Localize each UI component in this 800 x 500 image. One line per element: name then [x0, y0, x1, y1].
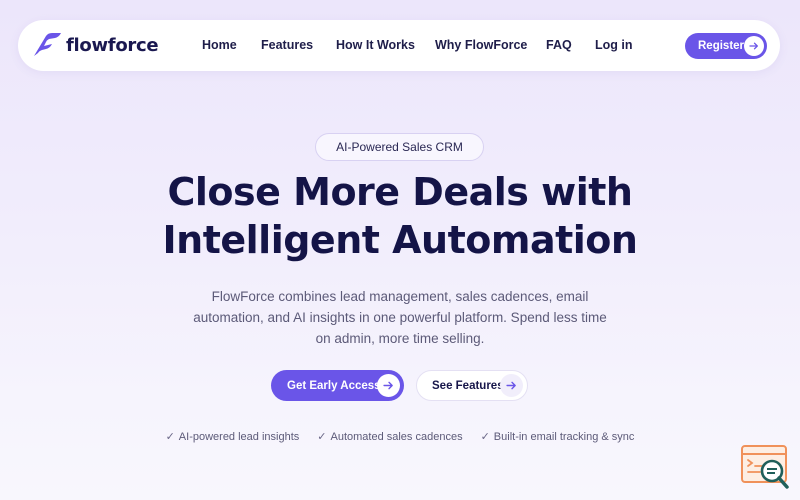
nav-link-faq[interactable]: FAQ [546, 38, 572, 52]
feature-label: Automated sales cadences [330, 430, 463, 443]
arrow-right-icon [744, 36, 764, 56]
nav-link-login[interactable]: Log in [595, 38, 633, 52]
nav-link-home[interactable]: Home [202, 38, 237, 52]
see-features-button[interactable]: See Features [416, 370, 528, 401]
register-button-label: Register [698, 40, 745, 52]
check-icon: ✓ [480, 431, 490, 443]
hero-subtext: FlowForce combines lead management, sale… [193, 289, 607, 346]
get-early-access-label: Get Early Access [287, 379, 381, 392]
search-document-icon[interactable] [740, 445, 790, 490]
hero-headline-line-2: Intelligent Automation [162, 218, 638, 262]
get-early-access-button[interactable]: Get Early Access [271, 370, 404, 401]
arrow-right-icon [377, 374, 400, 397]
hero-headline-line-1: Close More Deals with [167, 170, 633, 214]
nav-link-features[interactable]: Features [261, 38, 313, 52]
top-navigation-bar: flowforce Home Features How It Works Why… [18, 20, 780, 71]
hero-feature-list: ✓ AI-powered lead insights ✓ Automated s… [0, 430, 800, 444]
nav-link-why-flowforce[interactable]: Why FlowForce [435, 38, 527, 52]
register-button[interactable]: Register [685, 33, 767, 59]
feature-label: Built-in email tracking & sync [493, 430, 635, 443]
feature-item: ✓ Automated sales cadences [317, 430, 463, 444]
hero-headline: Close More Deals with Intelligent Automa… [0, 168, 800, 264]
feature-item: ✓ Built-in email tracking & sync [480, 430, 635, 444]
nav-links: Home Features How It Works Why FlowForce… [18, 20, 780, 71]
check-icon: ✓ [165, 431, 175, 443]
feature-item: ✓ AI-powered lead insights [165, 430, 300, 444]
arrow-right-icon [500, 374, 523, 397]
feature-label: AI-powered lead insights [178, 430, 300, 443]
hero-badge: AI-Powered Sales CRM [315, 133, 484, 161]
nav-link-how-it-works[interactable]: How It Works [336, 38, 415, 52]
check-icon: ✓ [317, 431, 327, 443]
see-features-label: See Features [432, 379, 504, 392]
